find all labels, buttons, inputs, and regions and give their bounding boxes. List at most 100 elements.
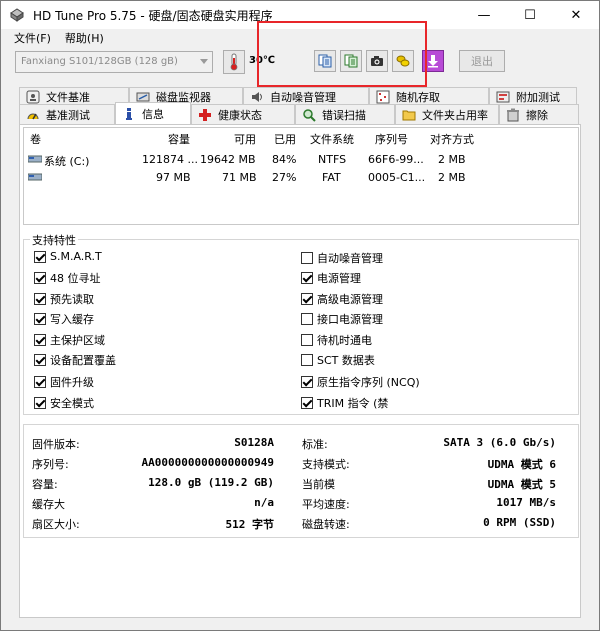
cell-capacity: 97 MB <box>156 171 191 184</box>
feature-power-management[interactable]: 电源管理 <box>301 270 361 286</box>
menu-help[interactable]: 帮助(H) <box>58 30 111 46</box>
tab-label: 基准测试 <box>46 108 90 122</box>
feature-label: SCT 数据表 <box>317 354 375 367</box>
info-label: 容量: <box>32 478 58 491</box>
folder-icon <box>402 108 416 122</box>
feature-firmware-upgrade[interactable]: 固件升级 <box>34 374 94 390</box>
checkbox[interactable] <box>301 293 313 305</box>
tab-label: 健康状态 <box>218 108 262 122</box>
tab-label: 随机存取 <box>396 90 440 104</box>
tab-info[interactable]: 信息 <box>115 102 191 124</box>
tab-benchmark[interactable]: 基准测试 <box>19 104 115 124</box>
checkbox[interactable] <box>34 376 46 388</box>
volume-list[interactable]: 卷 容量 可用 已用 文件系统 序列号 对齐方式 系统 (C:) 121874 … <box>23 127 579 225</box>
tab-random-access[interactable]: 随机存取 <box>369 87 489 105</box>
tab-label: 文件基准 <box>46 90 90 104</box>
tab-label: 错误扫描 <box>322 108 366 122</box>
feature-dco[interactable]: 设备配置覆盖 <box>34 352 116 368</box>
checkbox[interactable] <box>301 252 313 264</box>
tab-health[interactable]: 健康状态 <box>191 104 295 124</box>
feature-write-cache[interactable]: 写入缓存 <box>34 311 94 327</box>
sector-size-value: 512 字节 <box>225 518 275 531</box>
checkbox[interactable] <box>301 334 313 346</box>
tab-aam[interactable]: 自动噪音管理 <box>243 87 369 105</box>
checkbox[interactable] <box>34 397 46 409</box>
feature-label: 预先读取 <box>50 293 94 306</box>
col-used[interactable]: 已用 <box>274 131 296 147</box>
feature-label: 写入缓存 <box>50 313 94 326</box>
checkbox[interactable] <box>34 334 46 346</box>
checkbox[interactable] <box>34 250 46 263</box>
app-window: HD Tune Pro 5.75 - 硬盘/固态硬盘实用程序 — ☐ ✕ 文件(… <box>0 0 600 631</box>
feature-label: 电源管理 <box>317 272 361 285</box>
feature-aam[interactable]: 自动噪音管理 <box>301 250 383 266</box>
cell-volume: 系统 (C:) <box>44 155 90 168</box>
table-row[interactable]: 97 MB 71 MB 27% FAT 0005-C1... 2 MB <box>24 168 578 186</box>
temperature-button[interactable] <box>223 50 245 74</box>
drive-icon <box>28 173 42 181</box>
col-filesystem[interactable]: 文件系统 <box>310 131 354 147</box>
info-panel: 卷 容量 可用 已用 文件系统 序列号 对齐方式 系统 (C:) 121874 … <box>19 124 581 618</box>
maximize-button[interactable]: ☐ <box>507 1 553 29</box>
features-group: 支持特性 S.M.A.R.T 48 位寻址 预先读取 写入缓存 主保护区域 设备… <box>23 232 579 415</box>
minimize-button[interactable]: — <box>461 1 507 29</box>
volume-list-header: 卷 容量 可用 已用 文件系统 序列号 对齐方式 <box>24 128 578 146</box>
checkbox[interactable] <box>34 293 46 305</box>
erase-icon <box>506 108 520 122</box>
tab-folder-usage[interactable]: 文件夹占用率 <box>395 104 499 124</box>
checkbox[interactable] <box>301 354 313 366</box>
col-alignment[interactable]: 对齐方式 <box>430 131 474 147</box>
feature-label: 48 位寻址 <box>50 272 101 285</box>
checkbox[interactable] <box>34 272 46 284</box>
feature-label: 接口电源管理 <box>317 313 383 326</box>
drive-select-value: Fanxiang S101/128GB (128 gB) <box>21 56 178 67</box>
cache-value: n/a <box>254 496 274 509</box>
menu-file[interactable]: 文件(F) <box>7 30 58 46</box>
checkbox[interactable] <box>34 354 46 366</box>
col-free[interactable]: 可用 <box>234 131 256 147</box>
tab-label: 附加测试 <box>516 90 560 104</box>
feature-ncq[interactable]: 原生指令序列 (NCQ) <box>301 374 420 390</box>
feature-48bit[interactable]: 48 位寻址 <box>34 270 101 286</box>
drive-select[interactable]: Fanxiang S101/128GB (128 gB) <box>15 51 213 73</box>
tab-label: 自动噪音管理 <box>270 90 336 104</box>
close-button[interactable]: ✕ <box>553 1 599 29</box>
cell-capacity: 121874 ... <box>142 153 198 166</box>
feature-hpa[interactable]: 主保护区域 <box>34 332 105 348</box>
feature-puis[interactable]: 待机时通电 <box>301 332 372 348</box>
health-icon <box>198 108 212 122</box>
feature-label: TRIM 指令 (禁 <box>317 397 389 410</box>
tab-error-scan[interactable]: 错误扫描 <box>295 104 395 124</box>
error-scan-icon <box>302 108 316 122</box>
tab-extra-tests[interactable]: 附加测试 <box>489 87 577 105</box>
feature-label: 设备配置覆盖 <box>50 354 116 367</box>
col-capacity[interactable]: 容量 <box>168 131 190 147</box>
feature-security-mode[interactable]: 安全模式 <box>34 395 94 411</box>
random-access-icon <box>376 90 390 104</box>
table-row[interactable]: 系统 (C:) 121874 ... 19642 MB 84% NTFS 66F… <box>24 150 578 168</box>
feature-sct[interactable]: SCT 数据表 <box>301 352 375 368</box>
info-icon <box>122 107 136 121</box>
checkbox[interactable] <box>34 313 46 325</box>
checkbox[interactable] <box>301 313 313 325</box>
col-serial[interactable]: 序列号 <box>375 131 408 147</box>
tab-erase[interactable]: 擦除 <box>499 104 579 124</box>
tab-label: 文件夹占用率 <box>422 108 488 122</box>
tab-file-benchmark[interactable]: 文件基准 <box>19 87 129 105</box>
exit-button[interactable]: 退出 <box>459 50 505 72</box>
checkbox[interactable] <box>301 272 313 284</box>
feature-trim[interactable]: TRIM 指令 (禁 <box>301 395 388 411</box>
feature-label: 自动噪音管理 <box>317 252 383 265</box>
features-group-title: 支持特性 <box>30 232 78 248</box>
feature-read-ahead[interactable]: 预先读取 <box>34 291 94 307</box>
feature-apm[interactable]: 高级电源管理 <box>301 291 383 307</box>
info-label: 支持模式: <box>302 458 350 471</box>
feature-smart[interactable]: S.M.A.R.T <box>34 250 102 263</box>
checkbox[interactable] <box>301 376 313 388</box>
drive-info-group: 固件版本: S0128A 序列号: AA000000000000000949 容… <box>23 424 579 538</box>
extra-tests-icon <box>496 90 510 104</box>
checkbox[interactable] <box>301 397 313 409</box>
feature-label: S.M.A.R.T <box>50 250 102 263</box>
col-volume[interactable]: 卷 <box>30 131 41 147</box>
feature-interface-pm[interactable]: 接口电源管理 <box>301 311 383 327</box>
